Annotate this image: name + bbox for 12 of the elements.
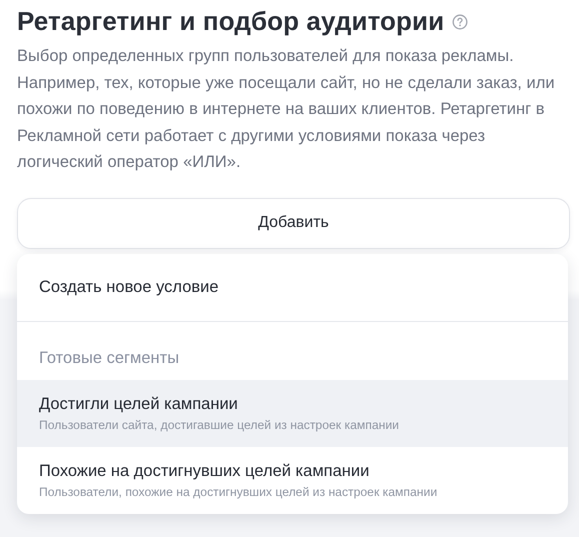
option-label: Достигли целей кампании: [39, 394, 239, 414]
help-icon[interactable]: [452, 14, 468, 30]
option-hint: Пользователи сайта, достигавшие целей из настроек кампании: [39, 418, 400, 432]
menu-item[interactable]: Создать новое условие: [17, 254, 568, 320]
section-description: Выбор определенных групп пользователей для показа рекламы. Например, тех, которые уже посещали сайт, но не сделали заказ, или похожи по поведению в интернете на ваших клиентов. Ретаргетинг в Рекламной сети работает с другими условиями показа через логический оператор «ИЛИ».: [17, 46, 556, 173]
menu-option[interactable]: Похожие на достигнувших целей кампании Пользователи, похожие на достигнувших целей из настроек кампании: [17, 446, 568, 514]
section-title: Ретаргетинг и подбор аудитории: [17, 6, 444, 37]
menu-group-header: Готовые сегменты: [38, 348, 180, 368]
option-hint: Пользователи, похожие на достигнувших целей из настроек кампании: [39, 484, 438, 498]
menu-option[interactable]: Достигли целей кампании Пользователи сайта, достигавшие целей из настроек кампании: [17, 380, 568, 446]
option-label: Похожие на достигнувших целей кампании: [39, 462, 370, 480]
add-button[interactable]: Добавить: [17, 198, 570, 248]
